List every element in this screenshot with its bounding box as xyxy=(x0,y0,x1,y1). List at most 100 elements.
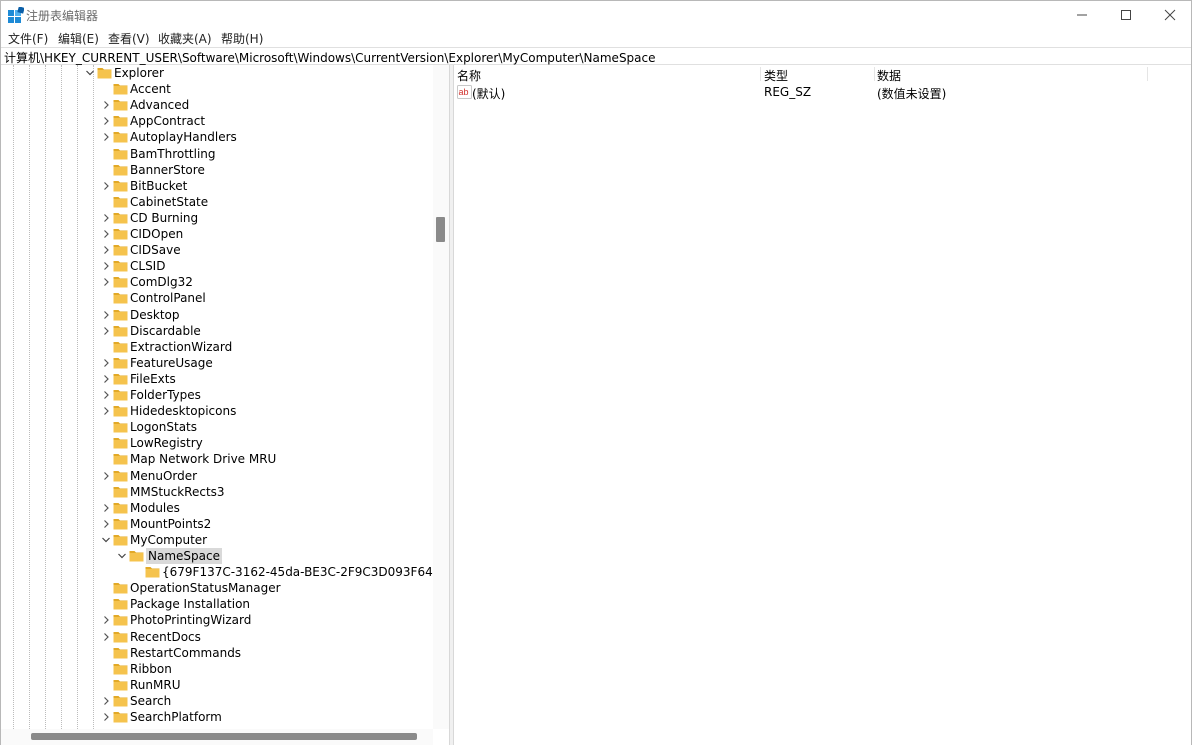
tree-item-label: {679F137C-3162-45da-BE3C-2F9C3D093F64} xyxy=(162,565,433,580)
tree-item-label: Desktop xyxy=(130,307,180,322)
tree-item[interactable]: AutoplayHandlers xyxy=(1,129,433,145)
tree-item[interactable]: Package Installation xyxy=(1,596,433,612)
value-row[interactable]: ab (默认) REG_SZ (数值未设置) xyxy=(454,83,1191,101)
menu-favorites[interactable]: 收藏夹(A) xyxy=(158,30,212,47)
tree-item[interactable]: ControlPanel xyxy=(1,290,433,306)
values-list-pane: 名称 类型 数据 ab (默认) REG_SZ (数值未设置) xyxy=(454,65,1191,745)
tree-item[interactable]: ComDlg32 xyxy=(1,274,433,290)
chevron-right-icon[interactable] xyxy=(101,259,111,273)
tree-item[interactable]: Modules xyxy=(1,500,433,516)
tree-item[interactable]: FileExts xyxy=(1,371,433,387)
chevron-right-icon[interactable] xyxy=(101,517,111,531)
tree-item[interactable]: BannerStore xyxy=(1,162,433,178)
column-header-type[interactable]: 类型 xyxy=(764,67,788,84)
tree-item-label: Package Installation xyxy=(130,597,251,612)
chevron-right-icon[interactable] xyxy=(101,501,111,515)
chevron-right-icon[interactable] xyxy=(101,404,111,418)
tree-item[interactable]: PhotoPrintingWizard xyxy=(1,612,433,628)
folder-icon xyxy=(113,164,128,176)
tree-item[interactable]: ExtractionWizard xyxy=(1,339,433,355)
tree-item[interactable]: LowRegistry xyxy=(1,435,433,451)
chevron-right-icon[interactable] xyxy=(101,324,111,338)
tree-item[interactable]: CIDOpen xyxy=(1,226,433,242)
menu-edit[interactable]: 编辑(E) xyxy=(58,30,99,47)
tree-item[interactable]: RecentDocs xyxy=(1,629,433,645)
tree-item-label: FolderTypes xyxy=(130,388,201,402)
chevron-right-icon[interactable] xyxy=(101,130,111,144)
chevron-right-icon[interactable] xyxy=(101,211,111,225)
tree-item[interactable]: NameSpace xyxy=(1,548,433,564)
chevron-right-icon[interactable] xyxy=(101,613,111,627)
tree-item[interactable]: CLSID xyxy=(1,258,433,274)
column-header-name[interactable]: 名称 xyxy=(457,67,481,84)
menu-file[interactable]: 文件(F) xyxy=(8,30,48,47)
tree-item[interactable]: BitBucket xyxy=(1,178,433,194)
tree-item[interactable]: Hidedesktopicons xyxy=(1,403,433,419)
tree-item[interactable]: MMStuckRects3 xyxy=(1,484,433,500)
chevron-right-icon[interactable] xyxy=(101,630,111,644)
tree-item[interactable]: {679F137C-3162-45da-BE3C-2F9C3D093F64} xyxy=(1,564,433,580)
tree-item[interactable]: FeatureUsage xyxy=(1,355,433,371)
column-separator[interactable] xyxy=(874,67,875,81)
chevron-right-icon[interactable] xyxy=(101,694,111,708)
tree-item[interactable]: MenuOrder xyxy=(1,468,433,484)
tree-item[interactable]: Ribbon xyxy=(1,661,433,677)
menu-help[interactable]: 帮助(H) xyxy=(221,30,263,47)
registry-editor-icon xyxy=(8,7,24,23)
tree-item[interactable]: LogonStats xyxy=(1,419,433,435)
chevron-down-icon[interactable] xyxy=(85,66,95,80)
column-header-data[interactable]: 数据 xyxy=(877,67,901,84)
maximize-button[interactable] xyxy=(1103,1,1149,29)
tree-item[interactable]: Desktop xyxy=(1,307,433,323)
folder-icon xyxy=(145,567,160,578)
tree-vertical-scrollbar[interactable] xyxy=(433,65,449,729)
chevron-right-icon[interactable] xyxy=(101,227,111,241)
close-button[interactable] xyxy=(1147,1,1192,29)
tree-item[interactable]: AppContract xyxy=(1,113,433,129)
tree-vertical-scroll-thumb[interactable] xyxy=(436,217,445,242)
chevron-right-icon[interactable] xyxy=(101,179,111,193)
tree-item-label: Ribbon xyxy=(130,661,172,676)
tree-item[interactable]: Search xyxy=(1,693,433,709)
chevron-right-icon[interactable] xyxy=(101,710,111,724)
title-bar[interactable]: 注册表编辑器 xyxy=(1,1,1191,29)
minimize-button[interactable] xyxy=(1059,1,1105,29)
tree-item[interactable]: OperationStatusManager xyxy=(1,580,433,596)
tree-item[interactable]: MyComputer xyxy=(1,532,433,548)
chevron-down-icon[interactable] xyxy=(117,549,127,563)
tree-item[interactable]: SearchPlatform xyxy=(1,709,433,725)
tree-item[interactable]: RunMRU xyxy=(1,677,433,693)
chevron-right-icon[interactable] xyxy=(101,469,111,483)
menu-view[interactable]: 查看(V) xyxy=(108,30,150,47)
chevron-right-icon[interactable] xyxy=(101,275,111,289)
chevron-right-icon[interactable] xyxy=(101,98,111,112)
tree-item[interactable]: MountPoints2 xyxy=(1,516,433,532)
tree-item[interactable]: Advanced xyxy=(1,97,433,113)
tree-item[interactable]: Accent xyxy=(1,81,433,97)
tree-item[interactable]: Discardable xyxy=(1,323,433,339)
tree-item[interactable]: CIDSave xyxy=(1,242,433,258)
tree-horizontal-scrollbar[interactable] xyxy=(1,729,433,745)
tree-horizontal-scroll-thumb[interactable] xyxy=(31,733,417,740)
tree-item[interactable]: BamThrottling xyxy=(1,146,433,162)
tree-item[interactable]: RestartCommands xyxy=(1,645,433,661)
column-separator[interactable] xyxy=(760,67,761,81)
tree-item[interactable]: Map Network Drive MRU xyxy=(1,451,433,467)
address-bar[interactable]: 计算机\HKEY_CURRENT_USER\Software\Microsoft… xyxy=(1,47,1191,65)
chevron-right-icon[interactable] xyxy=(101,356,111,370)
tree-item[interactable]: CabinetState xyxy=(1,194,433,210)
chevron-right-icon[interactable] xyxy=(101,388,111,402)
chevron-right-icon[interactable] xyxy=(101,308,111,322)
tree-item[interactable]: Explorer xyxy=(1,65,433,81)
chevron-right-icon[interactable] xyxy=(101,114,111,128)
chevron-right-icon[interactable] xyxy=(101,372,111,386)
chevron-right-icon[interactable] xyxy=(101,243,111,257)
tree-item[interactable]: FolderTypes xyxy=(1,387,433,403)
folder-icon xyxy=(113,502,128,514)
tree-item[interactable]: CD Burning xyxy=(1,210,433,226)
chevron-down-icon[interactable] xyxy=(101,533,111,547)
window-title: 注册表编辑器 xyxy=(26,9,99,23)
tree-item-label: SearchPlatform xyxy=(130,710,222,724)
address-path[interactable]: 计算机\HKEY_CURRENT_USER\Software\Microsoft… xyxy=(4,49,656,66)
column-separator[interactable] xyxy=(1147,67,1148,81)
